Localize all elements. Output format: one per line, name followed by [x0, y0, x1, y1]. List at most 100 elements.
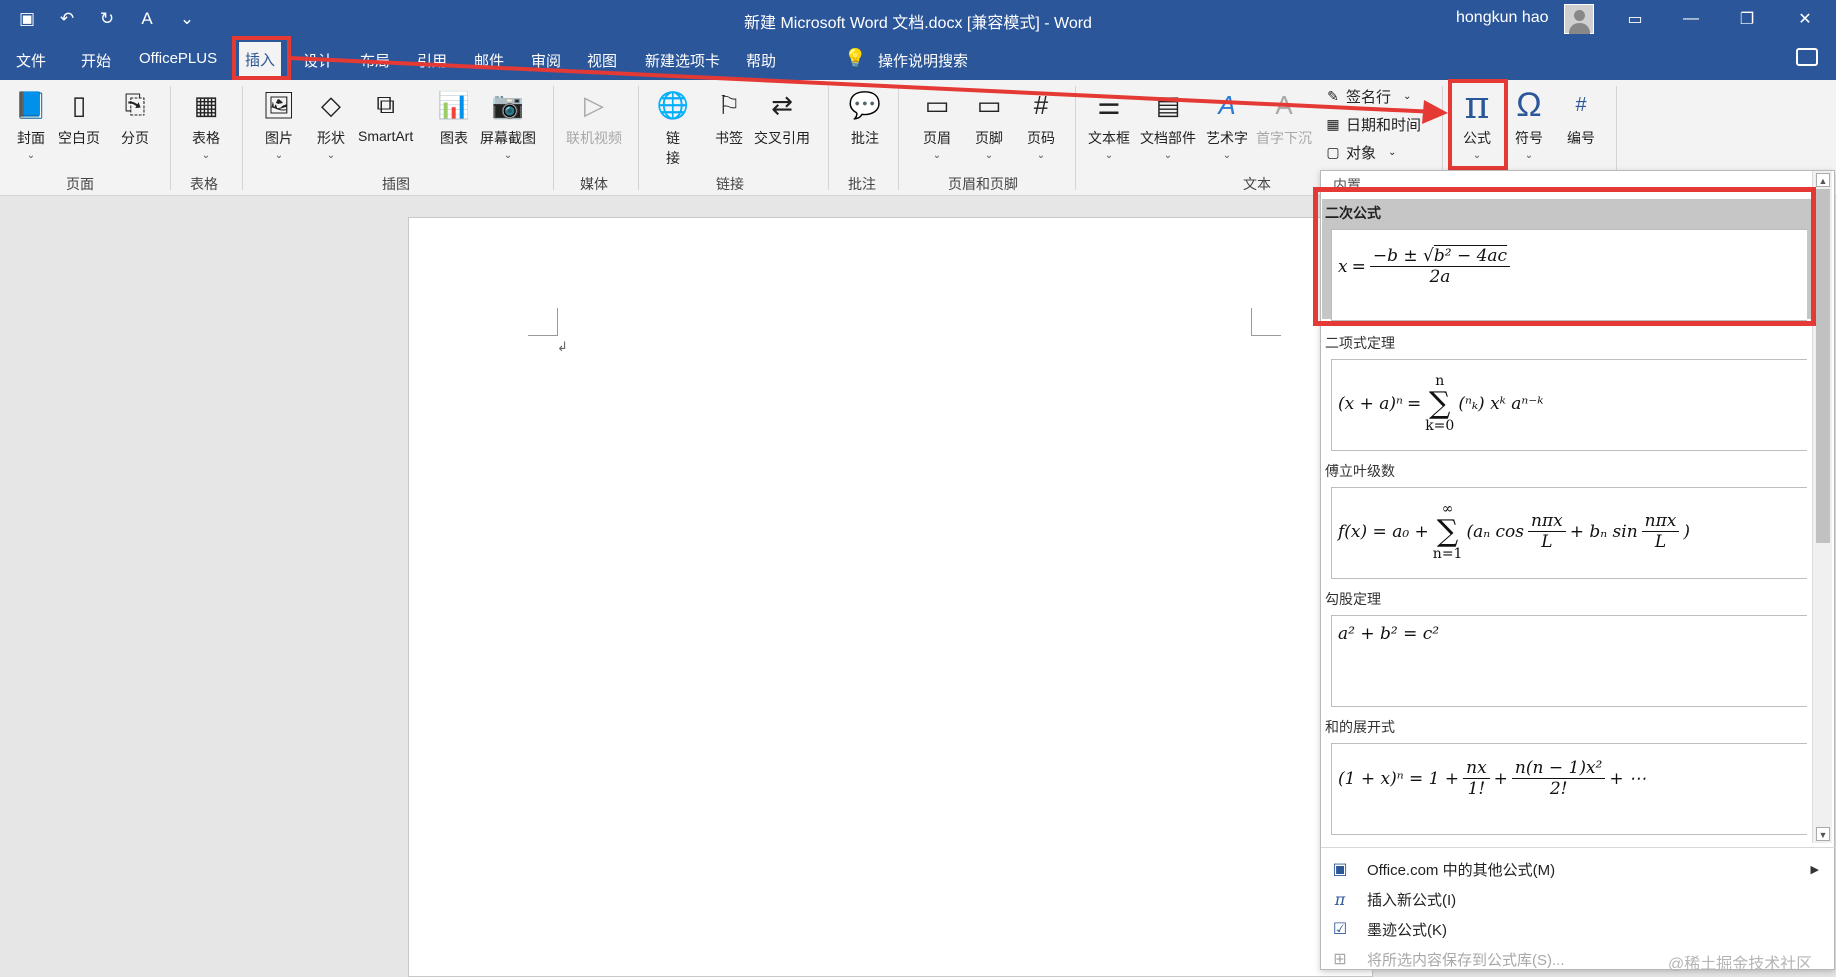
cross-reference-icon: ⇄: [771, 89, 793, 120]
page-number-button[interactable]: # 页码 ⌄: [1024, 86, 1058, 162]
equation-expansion[interactable]: (1 + x)ⁿ = 1 + nx 1! + n(n − 1)x² 2! + ⋯: [1331, 743, 1807, 835]
scroll-up-icon[interactable]: ▲: [1816, 173, 1830, 187]
text-cursor[interactable]: ↲: [557, 339, 568, 355]
restore-icon[interactable]: ❐: [1724, 0, 1770, 38]
page-number-icon: #: [1033, 89, 1049, 120]
equation-binomial[interactable]: (x + a)ⁿ = n ∑ k=0 (ⁿₖ) xᵏ aⁿ⁻ᵏ: [1331, 359, 1807, 451]
picture-button[interactable]: 🖼 图片 ⌄: [262, 86, 296, 162]
cross-reference-button[interactable]: ⇄ 交叉引用: [754, 86, 810, 148]
insert-tab-highlight: [232, 36, 291, 80]
object-button[interactable]: ▢ 对象 ⌄: [1324, 142, 1396, 163]
tab-review[interactable]: 审阅: [531, 50, 561, 71]
group-label-pages: 页面: [66, 176, 94, 192]
wordart-button[interactable]: A 艺术字 ⌄: [1206, 86, 1248, 162]
omega-icon: Ω: [1516, 85, 1542, 124]
group-label-text: 文本: [1243, 176, 1271, 192]
minimize-icon[interactable]: —: [1668, 0, 1714, 38]
shapes-button[interactable]: ◇ 形状 ⌄: [314, 86, 348, 162]
tab-references[interactable]: 引用: [417, 50, 447, 71]
margin-corner-left: [528, 308, 558, 336]
group-label-illustrations: 插图: [382, 176, 410, 192]
footer-icon: ▭: [976, 89, 1002, 120]
tab-officeplus[interactable]: OfficePLUS: [139, 50, 217, 67]
datetime-button[interactable]: ▦ 日期和时间: [1324, 114, 1421, 135]
save-to-gallery-icon: ⊞: [1333, 951, 1347, 968]
page-break-button[interactable]: ⎘ 分页: [118, 86, 152, 148]
table-button[interactable]: ▦ 表格 ⌄: [189, 86, 223, 162]
window-title: 新建 Microsoft Word 文档.docx [兼容模式] - Word: [744, 15, 1092, 32]
group-label-links: 链接: [716, 176, 744, 192]
tab-file[interactable]: 文件: [16, 50, 46, 71]
header-button[interactable]: ▭ 页眉 ⌄: [920, 86, 954, 162]
equation-title-pythagorean: 勾股定理: [1325, 591, 1381, 607]
footer-button[interactable]: ▭ 页脚 ⌄: [972, 86, 1006, 162]
group-label-header-footer: 页眉和页脚: [948, 176, 1018, 192]
tab-design[interactable]: 设计: [303, 50, 333, 71]
smartart-icon: ⧉: [376, 89, 395, 119]
tab-new[interactable]: 新建选项卡: [645, 50, 720, 71]
calendar-icon: ▦: [1326, 115, 1340, 132]
new-comment-icon: 💬: [848, 89, 882, 120]
tab-home[interactable]: 开始: [81, 50, 111, 71]
symbol-button[interactable]: Ω 符号 ⌄: [1512, 85, 1546, 162]
menu-divider: [1321, 847, 1836, 848]
tab-mailings[interactable]: 邮件: [474, 50, 504, 71]
signature-line-button[interactable]: ✎ 签名行 ⌄: [1324, 86, 1411, 107]
chart-button[interactable]: 📊 图表: [437, 86, 471, 148]
equation-button-highlight: [1448, 79, 1508, 170]
comment-icon[interactable]: [1796, 48, 1818, 66]
drop-cap-button[interactable]: A 首字下沉: [1256, 86, 1312, 148]
watermark: @稀土掘金技术社区: [1668, 956, 1813, 973]
quick-parts-button[interactable]: ▤ 文档部件 ⌄: [1140, 86, 1196, 162]
user-name[interactable]: hongkun hao: [1456, 9, 1549, 27]
equation-fourier[interactable]: f(x) = a₀ + ∞ ∑ n=1 (aₙ cos nπx L + bₙ sin nπ…: [1331, 487, 1807, 579]
close-icon[interactable]: ✕: [1782, 0, 1828, 38]
office-equation-icon: ▣: [1332, 861, 1348, 878]
page-break-icon: ⎘: [124, 89, 146, 119]
object-icon: ▢: [1326, 143, 1340, 160]
pi-icon: π: [1334, 889, 1346, 909]
equation-pythagorean[interactable]: a² + b² = c²: [1331, 615, 1807, 707]
margin-corner-right: [1251, 308, 1281, 336]
insert-new-equation-item[interactable]: π 插入新公式(I): [1327, 885, 1827, 913]
shapes-icon: ◇: [321, 89, 341, 120]
chart-icon: 📊: [437, 89, 471, 120]
table-icon: ▦: [193, 89, 219, 120]
number-icon: #: [1575, 93, 1587, 116]
tell-me-search[interactable]: 操作说明搜索: [878, 50, 968, 71]
ink-equation-item[interactable]: ☑ 墨迹公式(K): [1327, 915, 1827, 943]
wordart-icon: A: [1218, 89, 1236, 120]
blank-page-icon: ▯: [71, 89, 87, 120]
group-label-comments: 批注: [848, 176, 876, 192]
avatar[interactable]: [1564, 4, 1594, 34]
title-bar: ▣ ↶ ↻ A ⌄ 新建 Microsoft Word 文档.docx [兼容模…: [0, 0, 1836, 38]
submenu-arrow-icon: ▶: [1810, 863, 1819, 876]
tab-layout[interactable]: 布局: [360, 50, 390, 71]
comment-button[interactable]: 💬 批注: [848, 86, 882, 148]
online-video-button[interactable]: ▷ 联机视频: [566, 86, 622, 148]
textbox-icon: ☰: [1097, 89, 1121, 120]
equation-title-expansion: 和的展开式: [1325, 719, 1395, 735]
screenshot-button[interactable]: 📷 屏幕截图 ⌄: [480, 86, 536, 162]
more-equations-office-item[interactable]: ▣ Office.com 中的其他公式(M) ▶: [1327, 855, 1827, 883]
number-button[interactable]: # 编号: [1564, 86, 1598, 148]
cover-icon: 📘: [14, 89, 48, 120]
scroll-down-icon[interactable]: ▼: [1816, 827, 1830, 841]
smartart-button[interactable]: ⧉ SmartArt: [358, 86, 413, 144]
textbox-button[interactable]: ☰ 文本框 ⌄: [1088, 86, 1130, 162]
link-button[interactable]: 🌐 链接: [656, 86, 690, 168]
group-label-tables: 表格: [190, 176, 218, 192]
picture-icon: 🖼: [262, 89, 296, 120]
lightbulb-icon[interactable]: 💡: [844, 48, 866, 69]
drop-cap-icon: A: [1275, 89, 1293, 120]
blank-page-button[interactable]: ▯ 空白页: [58, 86, 100, 148]
ribbon-display-icon[interactable]: ▭: [1612, 0, 1658, 38]
bookmark-button[interactable]: ⚐ 书签: [712, 86, 746, 148]
tab-view[interactable]: 视图: [587, 50, 617, 71]
quadratic-highlight: [1313, 187, 1816, 326]
signature-icon: ✎: [1327, 87, 1339, 104]
tab-help[interactable]: 帮助: [746, 50, 776, 71]
screenshot-icon: 📷: [491, 89, 525, 120]
cover-button[interactable]: 📘 封面 ⌄: [14, 86, 48, 162]
scroll-thumb[interactable]: [1816, 189, 1830, 543]
